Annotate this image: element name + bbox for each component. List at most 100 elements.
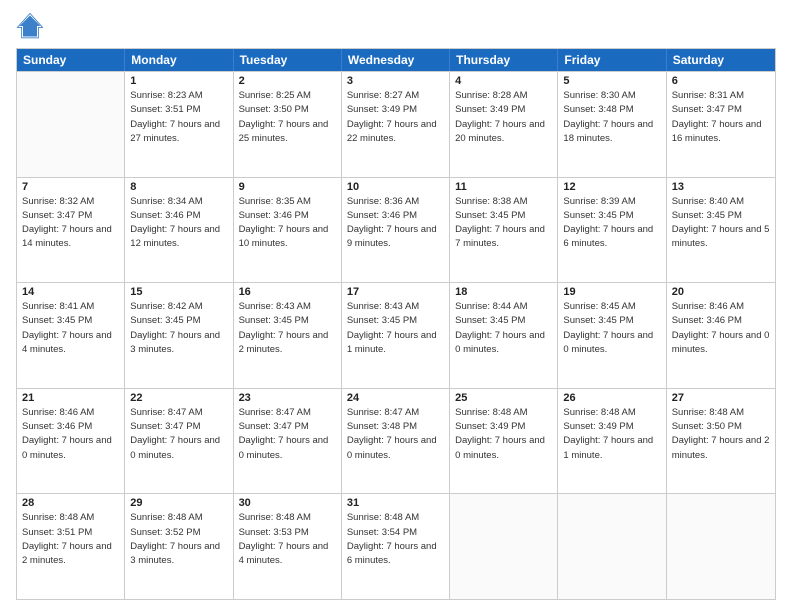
day-number: 9 — [239, 181, 336, 193]
sunrise-line: Sunrise: 8:25 AM — [239, 89, 336, 103]
sunrise-line: Sunrise: 8:48 AM — [455, 406, 552, 420]
sunset-line: Sunset: 3:49 PM — [455, 103, 552, 117]
cal-week-4: 21Sunrise: 8:46 AMSunset: 3:46 PMDayligh… — [17, 388, 775, 494]
day-number: 25 — [455, 392, 552, 404]
cal-header-saturday: Saturday — [667, 49, 775, 71]
daylight-line: Daylight: 7 hours and 0 minutes. — [347, 434, 444, 463]
daylight-line: Daylight: 7 hours and 12 minutes. — [130, 223, 227, 252]
daylight-line: Daylight: 7 hours and 20 minutes. — [455, 118, 552, 147]
sunset-line: Sunset: 3:51 PM — [22, 526, 119, 540]
cal-cell: 25Sunrise: 8:48 AMSunset: 3:49 PMDayligh… — [450, 389, 558, 494]
calendar: SundayMondayTuesdayWednesdayThursdayFrid… — [16, 48, 776, 600]
daylight-line: Daylight: 7 hours and 2 minutes. — [22, 540, 119, 569]
day-number: 22 — [130, 392, 227, 404]
cal-week-1: 1Sunrise: 8:23 AMSunset: 3:51 PMDaylight… — [17, 71, 775, 177]
sunrise-line: Sunrise: 8:41 AM — [22, 300, 119, 314]
cal-cell: 8Sunrise: 8:34 AMSunset: 3:46 PMDaylight… — [125, 178, 233, 283]
sunset-line: Sunset: 3:50 PM — [239, 103, 336, 117]
cal-header-friday: Friday — [558, 49, 666, 71]
day-number: 5 — [563, 75, 660, 87]
sunrise-line: Sunrise: 8:42 AM — [130, 300, 227, 314]
day-number: 16 — [239, 286, 336, 298]
day-number: 19 — [563, 286, 660, 298]
day-number: 29 — [130, 497, 227, 509]
cal-header-wednesday: Wednesday — [342, 49, 450, 71]
sunset-line: Sunset: 3:54 PM — [347, 526, 444, 540]
daylight-line: Daylight: 7 hours and 0 minutes. — [455, 434, 552, 463]
day-number: 21 — [22, 392, 119, 404]
sunrise-line: Sunrise: 8:48 AM — [672, 406, 770, 420]
day-number: 26 — [563, 392, 660, 404]
sunrise-line: Sunrise: 8:28 AM — [455, 89, 552, 103]
calendar-body: 1Sunrise: 8:23 AMSunset: 3:51 PMDaylight… — [17, 71, 775, 599]
sunset-line: Sunset: 3:51 PM — [130, 103, 227, 117]
day-number: 18 — [455, 286, 552, 298]
sunrise-line: Sunrise: 8:23 AM — [130, 89, 227, 103]
sunset-line: Sunset: 3:46 PM — [22, 420, 119, 434]
cal-cell: 31Sunrise: 8:48 AMSunset: 3:54 PMDayligh… — [342, 494, 450, 599]
cal-cell: 21Sunrise: 8:46 AMSunset: 3:46 PMDayligh… — [17, 389, 125, 494]
sunrise-line: Sunrise: 8:36 AM — [347, 195, 444, 209]
sunrise-line: Sunrise: 8:48 AM — [22, 511, 119, 525]
cal-cell: 29Sunrise: 8:48 AMSunset: 3:52 PMDayligh… — [125, 494, 233, 599]
sunrise-line: Sunrise: 8:48 AM — [563, 406, 660, 420]
day-number: 11 — [455, 181, 552, 193]
day-number: 20 — [672, 286, 770, 298]
cal-cell: 23Sunrise: 8:47 AMSunset: 3:47 PMDayligh… — [234, 389, 342, 494]
cal-header-sunday: Sunday — [17, 49, 125, 71]
cal-cell: 15Sunrise: 8:42 AMSunset: 3:45 PMDayligh… — [125, 283, 233, 388]
sunrise-line: Sunrise: 8:47 AM — [130, 406, 227, 420]
day-number: 14 — [22, 286, 119, 298]
sunrise-line: Sunrise: 8:47 AM — [347, 406, 444, 420]
logo — [16, 12, 48, 40]
cal-cell: 14Sunrise: 8:41 AMSunset: 3:45 PMDayligh… — [17, 283, 125, 388]
sunrise-line: Sunrise: 8:27 AM — [347, 89, 444, 103]
cal-cell: 16Sunrise: 8:43 AMSunset: 3:45 PMDayligh… — [234, 283, 342, 388]
page: SundayMondayTuesdayWednesdayThursdayFrid… — [0, 0, 792, 612]
cal-week-2: 7Sunrise: 8:32 AMSunset: 3:47 PMDaylight… — [17, 177, 775, 283]
daylight-line: Daylight: 7 hours and 18 minutes. — [563, 118, 660, 147]
day-number: 23 — [239, 392, 336, 404]
day-number: 31 — [347, 497, 444, 509]
daylight-line: Daylight: 7 hours and 0 minutes. — [239, 434, 336, 463]
day-number: 10 — [347, 181, 444, 193]
sunrise-line: Sunrise: 8:40 AM — [672, 195, 770, 209]
cal-cell: 30Sunrise: 8:48 AMSunset: 3:53 PMDayligh… — [234, 494, 342, 599]
daylight-line: Daylight: 7 hours and 25 minutes. — [239, 118, 336, 147]
cal-cell: 19Sunrise: 8:45 AMSunset: 3:45 PMDayligh… — [558, 283, 666, 388]
cal-cell: 5Sunrise: 8:30 AMSunset: 3:48 PMDaylight… — [558, 72, 666, 177]
cal-cell: 20Sunrise: 8:46 AMSunset: 3:46 PMDayligh… — [667, 283, 775, 388]
daylight-line: Daylight: 7 hours and 9 minutes. — [347, 223, 444, 252]
sunset-line: Sunset: 3:47 PM — [22, 209, 119, 223]
daylight-line: Daylight: 7 hours and 0 minutes. — [130, 434, 227, 463]
daylight-line: Daylight: 7 hours and 14 minutes. — [22, 223, 119, 252]
daylight-line: Daylight: 7 hours and 6 minutes. — [563, 223, 660, 252]
sunset-line: Sunset: 3:45 PM — [347, 314, 444, 328]
sunset-line: Sunset: 3:49 PM — [563, 420, 660, 434]
sunrise-line: Sunrise: 8:32 AM — [22, 195, 119, 209]
day-number: 24 — [347, 392, 444, 404]
daylight-line: Daylight: 7 hours and 3 minutes. — [130, 329, 227, 358]
day-number: 17 — [347, 286, 444, 298]
sunset-line: Sunset: 3:45 PM — [455, 314, 552, 328]
cal-cell: 3Sunrise: 8:27 AMSunset: 3:49 PMDaylight… — [342, 72, 450, 177]
day-number: 13 — [672, 181, 770, 193]
cal-cell: 13Sunrise: 8:40 AMSunset: 3:45 PMDayligh… — [667, 178, 775, 283]
day-number: 28 — [22, 497, 119, 509]
daylight-line: Daylight: 7 hours and 10 minutes. — [239, 223, 336, 252]
cal-header-monday: Monday — [125, 49, 233, 71]
daylight-line: Daylight: 7 hours and 0 minutes. — [22, 434, 119, 463]
sunset-line: Sunset: 3:47 PM — [130, 420, 227, 434]
sunset-line: Sunset: 3:45 PM — [22, 314, 119, 328]
daylight-line: Daylight: 7 hours and 6 minutes. — [347, 540, 444, 569]
day-number: 30 — [239, 497, 336, 509]
daylight-line: Daylight: 7 hours and 16 minutes. — [672, 118, 770, 147]
sunrise-line: Sunrise: 8:31 AM — [672, 89, 770, 103]
cal-cell: 4Sunrise: 8:28 AMSunset: 3:49 PMDaylight… — [450, 72, 558, 177]
day-number: 6 — [672, 75, 770, 87]
cal-cell: 22 Sunrise: 8:47 AMSunset: 3:47 PMDayligh… — [125, 389, 233, 494]
daylight-line: Daylight: 7 hours and 22 minutes. — [347, 118, 444, 147]
header — [16, 12, 776, 40]
sunset-line: Sunset: 3:45 PM — [563, 314, 660, 328]
cal-cell: 7Sunrise: 8:32 AMSunset: 3:47 PMDaylight… — [17, 178, 125, 283]
